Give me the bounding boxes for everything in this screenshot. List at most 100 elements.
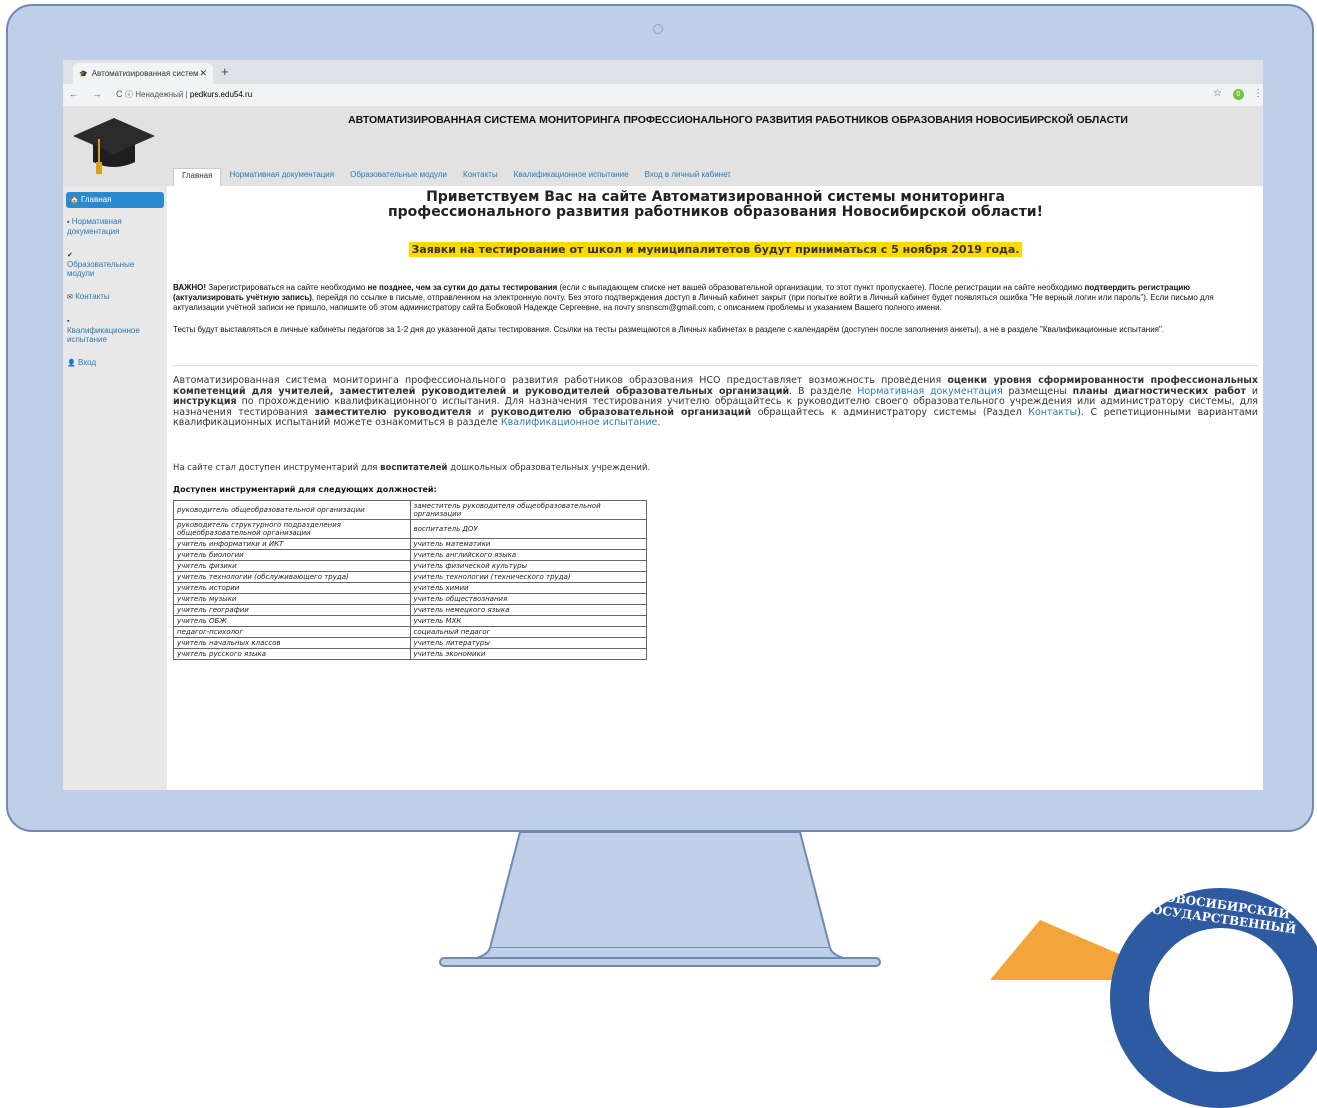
table-cell: учитель литературы xyxy=(409,636,647,649)
important-lead: ВАЖНО! xyxy=(173,283,207,292)
tab-normative-docs[interactable]: Нормативная документация xyxy=(221,168,342,186)
important-text: (если с выпадающем списке нет вашей обра… xyxy=(557,283,1085,292)
announcement-banner: Заявки на тестирование от школ и муницип… xyxy=(173,238,1258,257)
bookmark-star-icon[interactable]: ☆ xyxy=(1213,88,1222,99)
table-cell: учитель русского языка xyxy=(173,647,411,660)
table-cell: учитель начальных классов xyxy=(173,636,411,649)
welcome-heading: Приветствуем Вас на сайте Автоматизирова… xyxy=(173,190,1258,220)
table-cell: учитель географии xyxy=(173,603,411,616)
site-header: АВТОМАТИЗИРОВАННАЯ СИСТЕМА МОНИТОРИНГА П… xyxy=(63,106,1263,186)
table-cell: заместитель руководителя общеобразовател… xyxy=(409,499,647,520)
welcome-line-2: профессионального развития работников об… xyxy=(387,204,1044,220)
sidebar-item-contacts[interactable]: ✉ Контакты xyxy=(63,289,167,305)
welcome-line-1: Приветствуем Вас на сайте Автоматизирова… xyxy=(426,189,1005,205)
table-cell: учитель английского языка xyxy=(409,548,647,561)
table-row: учитель информатики и ИКТ учитель математ… xyxy=(173,537,647,550)
tools-bold: воспитателей xyxy=(380,462,448,473)
table-cell: учитель экономики xyxy=(409,647,647,660)
sidebar-item-label: Главная xyxy=(80,195,112,204)
table-cell: учитель музыки xyxy=(173,592,411,605)
tools-note: На сайте стал доступен инструментарий дл… xyxy=(173,463,1258,473)
browser-menu-icon[interactable]: ⋮ xyxy=(1253,88,1263,99)
sidebar-item-edu-modules[interactable]: ✔ Образовательные модули xyxy=(63,247,167,281)
table-cell: учитель физической культуры xyxy=(409,559,647,572)
tests-note: Тесты будут выставляться в личные кабине… xyxy=(173,325,1165,334)
extension-icon[interactable]: 0 xyxy=(1233,89,1244,100)
security-indicator[interactable]: ⓘ Ненадежный xyxy=(125,90,183,99)
address-bar: ← → C ⓘ Ненадежный | pedkurs.edu54.ru ☆ … xyxy=(63,84,1263,107)
tab-contacts[interactable]: Контакты xyxy=(455,168,506,186)
table-cell: учитель химии xyxy=(409,581,647,594)
sidebar-item-label: Квалификационное испытание xyxy=(67,326,140,344)
tab-edu-modules[interactable]: Образовательные модули xyxy=(342,168,455,186)
table-cell: учитель ОБЖ xyxy=(173,614,411,627)
check-icon: ✔ xyxy=(67,252,73,259)
sidebar-item-login[interactable]: 👤 Вход xyxy=(63,355,167,371)
sidebar-item-label: Нормативная документация xyxy=(67,217,122,236)
table-row: педагог-психолог социальный педагог xyxy=(173,625,647,638)
tools-text: На сайте стал доступен инструментарий дл… xyxy=(173,462,381,473)
about-bold: заместителю руководителя xyxy=(314,406,472,418)
nav-buttons[interactable]: ← → C xyxy=(69,89,129,99)
table-row: учитель истории учитель химии xyxy=(173,581,647,594)
table-cell: учитель биологии xyxy=(173,548,411,561)
table-cell: учитель немецкого языка xyxy=(409,603,647,616)
document-icon: ▪ xyxy=(67,219,70,226)
table-row: учитель технологии (обслуживающего труда… xyxy=(173,570,647,583)
table-cell: руководитель общеобразовательной организ… xyxy=(173,499,411,520)
sidebar-item-normative-docs[interactable]: ▪ Нормативная документация xyxy=(63,214,167,239)
about-bold: инструкция xyxy=(173,396,237,407)
tab-qualification-test[interactable]: Квалификационное испытание xyxy=(506,168,637,186)
announcement-text: Заявки на тестирование от школ и муницип… xyxy=(409,242,1022,257)
table-row: руководитель общеобразовательной организ… xyxy=(173,499,647,520)
tools-text: дошкольных образовательных учреждений. xyxy=(447,462,651,473)
table-cell: учитель математики xyxy=(409,537,647,550)
sidebar: 🏠 Главная ▪ Нормативная документация ✔ О… xyxy=(63,186,167,790)
sidebar-item-label: Контакты xyxy=(75,292,110,301)
tab-login[interactable]: Вход в личный кабинет xyxy=(637,168,739,186)
about-paragraph: Автоматизированная система мониторинга п… xyxy=(173,375,1258,429)
table-cell: руководитель структурного подразделения … xyxy=(173,518,411,539)
important-notice: ВАЖНО! Зарегистрироваться на сайте необх… xyxy=(173,283,1258,313)
table-row: руководитель структурного подразделения … xyxy=(173,518,647,539)
new-tab-button[interactable]: + xyxy=(221,64,229,79)
table-cell: учитель истории xyxy=(173,581,411,594)
home-icon: 🏠 xyxy=(70,197,79,204)
contacts-link[interactable]: Контакты xyxy=(1028,407,1077,418)
about-text: и xyxy=(471,406,491,418)
positions-table: руководитель общеобразовательной организ… xyxy=(173,499,647,660)
table-cell: учитель обществознания xyxy=(409,592,647,605)
positions-heading: Доступен инструментарий для следующих до… xyxy=(173,484,437,494)
about-bold: руководителю образовательной организаций xyxy=(490,406,752,418)
table-cell: педагог-психолог xyxy=(173,625,411,638)
tab-bar: 🎓 Автоматизированная систем ✕ + xyxy=(63,60,1263,84)
browser-tab[interactable]: 🎓 Автоматизированная систем ✕ xyxy=(73,63,213,84)
table-row: учитель географии учитель немецкого языка xyxy=(173,603,647,616)
table-row: учитель физики учитель физической культур… xyxy=(173,559,647,572)
sidebar-item-qualification-test[interactable]: ▪ Квалификационное испытание xyxy=(63,313,167,347)
about-bold: планы диагностических работ xyxy=(1072,385,1247,397)
close-tab-icon[interactable]: ✕ xyxy=(199,68,207,79)
table-row: учитель музыки учитель обществознания xyxy=(173,592,647,605)
url-field[interactable]: ⓘ Ненадежный | pedkurs.edu54.ru xyxy=(125,89,252,100)
important-bold: не позднее, чем за сутки до даты тестиро… xyxy=(367,283,558,292)
table-cell: учитель информатики и ИКТ xyxy=(173,537,411,550)
about-text: Автоматизированная система мониторинга п… xyxy=(173,375,948,386)
seal-emblem xyxy=(1146,925,1296,1075)
sidebar-item-label: Вход xyxy=(77,358,97,367)
main-content: Приветствуем Вас на сайте Автоматизирова… xyxy=(173,186,1258,790)
about-text: обращайтесь к администратору системы (Ра… xyxy=(751,406,1029,418)
table-cell: учитель технологии (обслуживающего труда… xyxy=(173,570,411,583)
table-row: учитель ОБЖ учитель МХК xyxy=(173,614,647,627)
qualification-test-link[interactable]: Квалификационное испытание xyxy=(501,417,658,428)
web-page: АВТОМАТИЗИРОВАННАЯ СИСТЕМА МОНИТОРИНГА П… xyxy=(63,106,1263,790)
sidebar-item-main[interactable]: 🏠 Главная xyxy=(66,192,164,208)
about-text: . xyxy=(657,417,661,428)
about-text: . В разделе xyxy=(789,385,858,397)
tab-main[interactable]: Главная xyxy=(173,168,222,186)
table-row: учитель русского языка учитель экономики xyxy=(173,647,647,660)
about-text: размещены xyxy=(1002,385,1073,397)
normative-docs-link[interactable]: Нормативная документация xyxy=(857,386,1002,397)
document-icon: ▪ xyxy=(67,318,70,325)
table-row: учитель начальных классов учитель литерат… xyxy=(173,636,647,649)
